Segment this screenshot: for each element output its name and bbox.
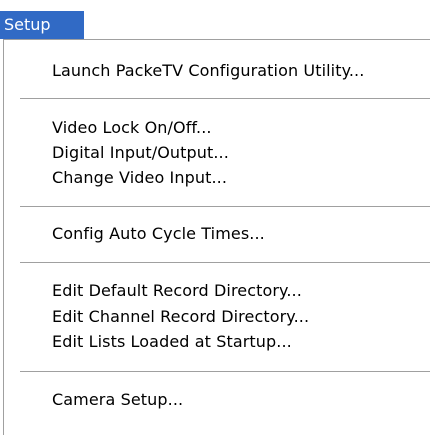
menu-item-camera-setup[interactable]: Camera Setup... xyxy=(52,387,183,413)
menu-separator xyxy=(20,206,430,207)
menu-bar: Setup xyxy=(0,0,430,39)
menu-item-config-auto-cycle-times[interactable]: Config Auto Cycle Times... xyxy=(52,221,265,247)
menu-top-border xyxy=(3,39,430,40)
setup-menu-title[interactable]: Setup xyxy=(0,11,84,39)
menu-item-launch-packetv-configuration[interactable]: Launch PackeTV Configuration Utility... xyxy=(52,58,364,84)
menu-item-edit-channel-record-directory[interactable]: Edit Channel Record Directory... xyxy=(52,304,309,330)
menu-item-edit-default-record-directory[interactable]: Edit Default Record Directory... xyxy=(52,278,302,304)
menu-item-video-lock[interactable]: Video Lock On/Off... xyxy=(52,115,212,141)
menu-separator xyxy=(20,371,430,372)
menu-item-edit-lists-loaded-at-startup[interactable]: Edit Lists Loaded at Startup... xyxy=(52,329,292,355)
menu-separator xyxy=(20,262,430,263)
setup-dropdown-menu: Launch PackeTV Configuration Utility... … xyxy=(0,39,430,435)
menu-left-border xyxy=(3,39,4,435)
menu-separator xyxy=(20,98,430,99)
menu-item-digital-io[interactable]: Digital Input/Output... xyxy=(52,140,229,166)
menu-item-change-video-input[interactable]: Change Video Input... xyxy=(52,165,227,191)
